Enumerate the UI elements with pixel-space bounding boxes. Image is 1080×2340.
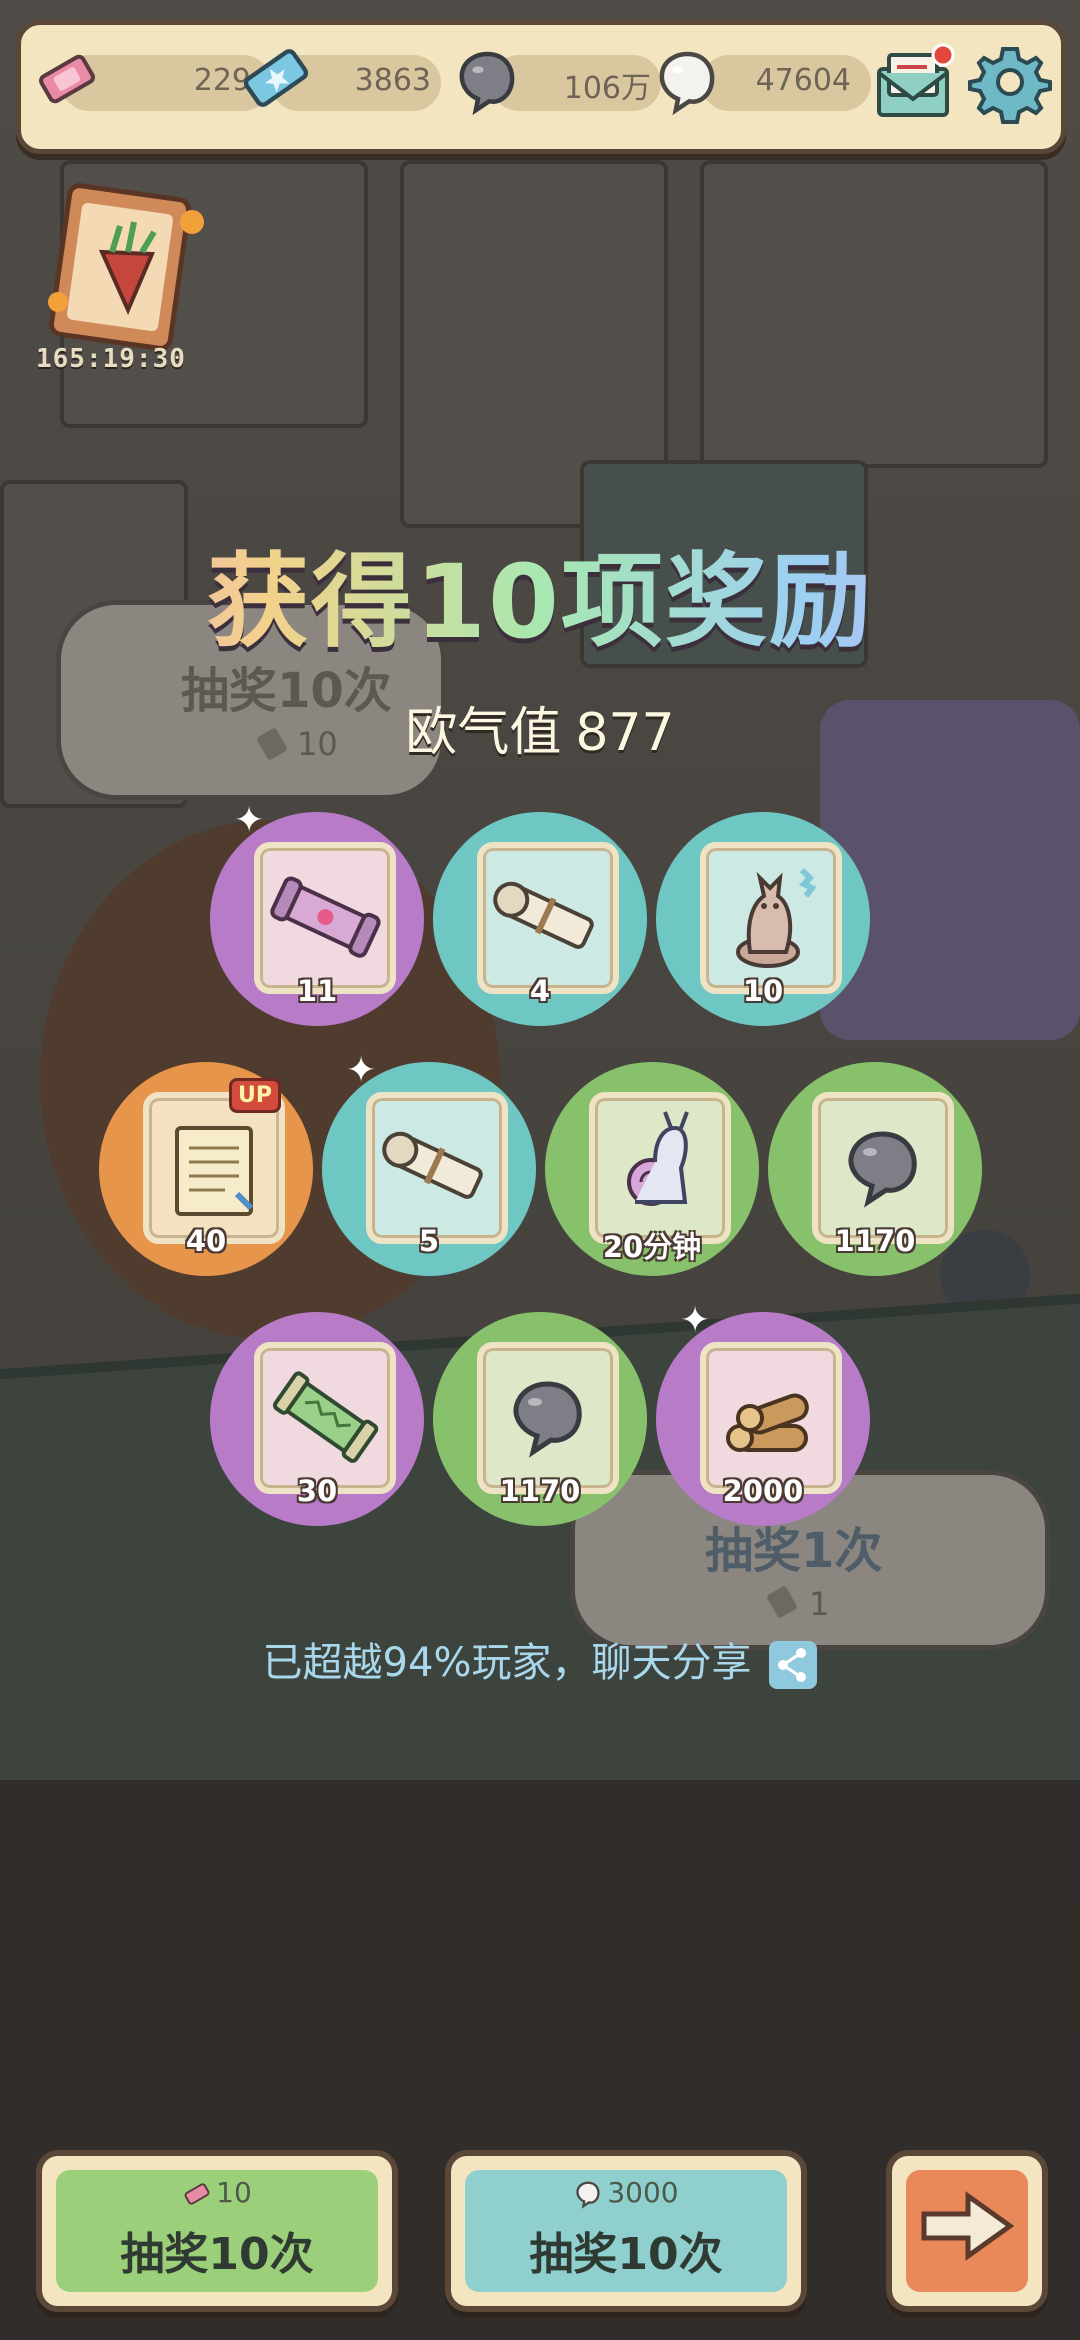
reward-item[interactable]: ✦ 5	[322, 1053, 536, 1276]
reward-item[interactable]: ✦ 2000	[656, 1303, 870, 1526]
cat-statue-icon	[736, 867, 817, 968]
white-soul-count: 47604	[755, 63, 851, 98]
reward-item[interactable]: 1170	[433, 1312, 647, 1526]
sparkle-icon: ✦	[346, 1050, 377, 1091]
reward-qty: 30	[296, 1474, 338, 1508]
reward-card	[812, 1092, 954, 1244]
map-scroll-icon	[175, 1126, 254, 1216]
draw-1-bubble-cost: 1	[809, 1585, 830, 1623]
reward-title: 获得10项奖励	[0, 520, 1080, 667]
luck-value: 877	[575, 703, 675, 763]
reward-item[interactable]: 20分钟	[545, 1062, 759, 1276]
draw-10-soul-button[interactable]: 3000 抽奖10次	[445, 2150, 807, 2312]
cannon-scroll-icon	[270, 876, 381, 958]
reward-card	[700, 842, 842, 994]
reward-qty: 4	[529, 974, 551, 1008]
white-soul-icon	[576, 2181, 600, 2209]
mail-icon	[877, 43, 955, 117]
draw-ticket-cost: 10	[216, 2176, 252, 2209]
snail-icon	[627, 1111, 689, 1206]
scroll-icon	[382, 1131, 483, 1199]
reward-qty: 5	[418, 1224, 440, 1258]
mail-button[interactable]	[869, 39, 959, 129]
reward-item[interactable]: 1170	[768, 1062, 982, 1276]
draw-soul-label: 抽奖10次	[529, 2229, 723, 2280]
reward-card	[143, 1092, 285, 1244]
luck-value-line: 欧气值 877	[0, 690, 1080, 765]
luck-label: 欧气值	[405, 703, 562, 763]
ticket-icon	[765, 1585, 799, 1619]
share-line[interactable]: 已超越94%玩家，聊天分享	[0, 1630, 1080, 1689]
pink-ticket-icon	[39, 54, 95, 104]
reward-card	[700, 1342, 842, 1494]
resource-bar: 229 3863 106万 47604	[16, 20, 1066, 154]
event-timer: 165:19:30	[36, 344, 186, 374]
event-card[interactable]	[42, 182, 204, 352]
wood-logs-icon	[726, 1393, 809, 1452]
reward-item[interactable]: UP 40	[99, 1062, 313, 1276]
reward-card	[366, 1092, 508, 1244]
reward-card	[254, 842, 396, 994]
reward-item[interactable]: 10	[656, 812, 870, 1026]
reward-item[interactable]: ✦ 11	[210, 803, 424, 1026]
arrow-right-icon	[921, 2191, 1015, 2261]
white-soul-icon	[659, 51, 715, 116]
pink-ticket-count: 229	[193, 63, 251, 98]
sparkle-icon: ✦	[234, 800, 265, 841]
up-badge: UP	[229, 1078, 281, 1113]
scroll-icon	[493, 881, 594, 949]
soul-icon	[513, 1381, 582, 1458]
reward-qty: 40	[185, 1224, 227, 1258]
reward-qty: 1170	[499, 1474, 581, 1508]
next-button[interactable]	[886, 2150, 1048, 2312]
draw-10-ticket-button[interactable]: 10 抽奖10次	[36, 2150, 398, 2312]
share-icon[interactable]	[769, 1641, 818, 1689]
reward-card	[477, 1342, 619, 1494]
button-cost: 3000	[451, 2176, 801, 2209]
button-cost: 10	[42, 2176, 392, 2209]
sparkle-icon: ✦	[680, 1300, 711, 1341]
blue-ticket-count: 3863	[354, 63, 431, 98]
gray-soul-icon	[459, 51, 515, 116]
reward-item[interactable]: 30	[210, 1312, 424, 1526]
reward-qty: 2000	[722, 1474, 804, 1508]
reward-card	[477, 842, 619, 994]
share-text: 已超越94%玩家，聊天分享	[262, 1640, 752, 1686]
blue-ticket-icon	[243, 49, 309, 107]
settings-button[interactable]	[967, 39, 1053, 125]
green-scroll-icon	[272, 1371, 379, 1463]
gear-icon	[968, 47, 1052, 124]
reward-qty: 11	[296, 974, 338, 1008]
reward-card	[589, 1092, 731, 1244]
soul-icon	[848, 1131, 917, 1208]
reward-qty: 20分钟	[602, 1230, 702, 1264]
draw-ticket-label: 抽奖10次	[120, 2229, 314, 2280]
pink-ticket-icon	[184, 2183, 210, 2205]
draw-soul-cost: 3000	[607, 2176, 679, 2209]
reward-item[interactable]: 4	[433, 812, 647, 1026]
event-card-icon	[48, 183, 204, 351]
reward-qty: 10	[742, 974, 784, 1008]
reward-card	[254, 1342, 396, 1494]
gray-soul-count: 106万	[563, 71, 651, 106]
reward-qty: 1170	[834, 1224, 916, 1258]
